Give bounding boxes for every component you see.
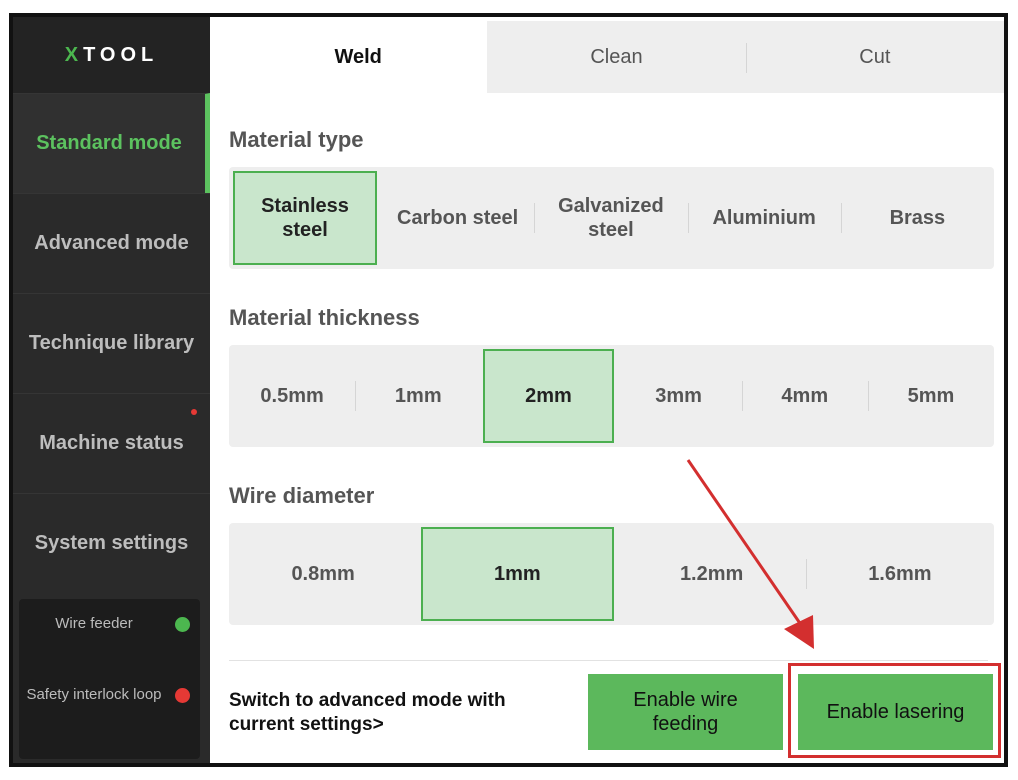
wire-option-1-2mm[interactable]: 1.2mm (618, 523, 806, 625)
sidebar: X TOOL Standard mode Advanced mode Techni… (13, 17, 210, 763)
sidebar-item-advanced-mode[interactable]: Advanced mode (13, 193, 210, 293)
mode-tabs: Weld Clean Cut (229, 21, 1004, 93)
xtool-logo: X TOOL (13, 17, 210, 93)
main-panel: Weld Clean Cut Material type Stainless s… (210, 17, 1004, 763)
wire-feeder-status-led (175, 616, 190, 632)
safety-interlock-status-led (175, 687, 190, 703)
wire-option-0-8mm[interactable]: 0.8mm (229, 523, 417, 625)
wire-option-1-6mm[interactable]: 1.6mm (805, 523, 994, 625)
safety-interlock-status: Safety interlock loop (19, 673, 200, 717)
thickness-option-0-5mm[interactable]: 0.5mm (229, 345, 355, 447)
material-option-galvanized-steel[interactable]: Galvanized steel (534, 167, 687, 269)
material-thickness-selector: 0.5mm 1mm 2mm 3mm 4mm 5mm (229, 345, 994, 447)
tab-cut[interactable]: Cut (745, 21, 1004, 93)
enable-wire-feeding-button[interactable]: Enable wire feeding (588, 674, 783, 750)
material-type-selector: Stainless steel Carbon steel Galvanized … (229, 167, 994, 269)
material-option-aluminium[interactable]: Aluminium (687, 167, 841, 269)
wire-option-1mm[interactable]: 1mm (421, 527, 614, 621)
material-type-title: Material type (229, 127, 364, 152)
thickness-option-2mm[interactable]: 2mm (483, 349, 614, 443)
status-panel: Wire feeder Safety interlock loop (19, 599, 200, 759)
wire-diameter-title: Wire diameter (229, 483, 375, 508)
app-window: X TOOL Standard mode Advanced mode Techni… (9, 13, 1008, 767)
thickness-option-4mm[interactable]: 4mm (741, 345, 868, 447)
notification-dot (191, 409, 197, 415)
thickness-option-3mm[interactable]: 3mm (616, 345, 742, 447)
thickness-option-5mm[interactable]: 5mm (867, 345, 994, 447)
sidebar-item-machine-status[interactable]: Machine status (13, 393, 210, 493)
material-option-brass[interactable]: Brass (840, 167, 994, 269)
tab-clean[interactable]: Clean (487, 21, 745, 93)
material-thickness-title: Material thickness (229, 305, 420, 330)
sidebar-item-standard-mode[interactable]: Standard mode (13, 93, 210, 193)
switch-to-advanced-link[interactable]: Switch to advanced mode with current set… (229, 689, 549, 737)
material-option-stainless-steel[interactable]: Stainless steel (233, 171, 377, 265)
enable-lasering-button[interactable]: Enable lasering (798, 674, 993, 750)
footer-divider (229, 660, 988, 661)
sidebar-item-technique-library[interactable]: Technique library (13, 293, 210, 393)
tab-weld[interactable]: Weld (229, 21, 488, 93)
sidebar-item-system-settings[interactable]: System settings (13, 493, 210, 593)
thickness-option-1mm[interactable]: 1mm (355, 345, 481, 447)
material-option-carbon-steel[interactable]: Carbon steel (381, 167, 534, 269)
wire-diameter-selector: 0.8mm 1mm 1.2mm 1.6mm (229, 523, 994, 625)
wire-feeder-status: Wire feeder (19, 609, 200, 639)
